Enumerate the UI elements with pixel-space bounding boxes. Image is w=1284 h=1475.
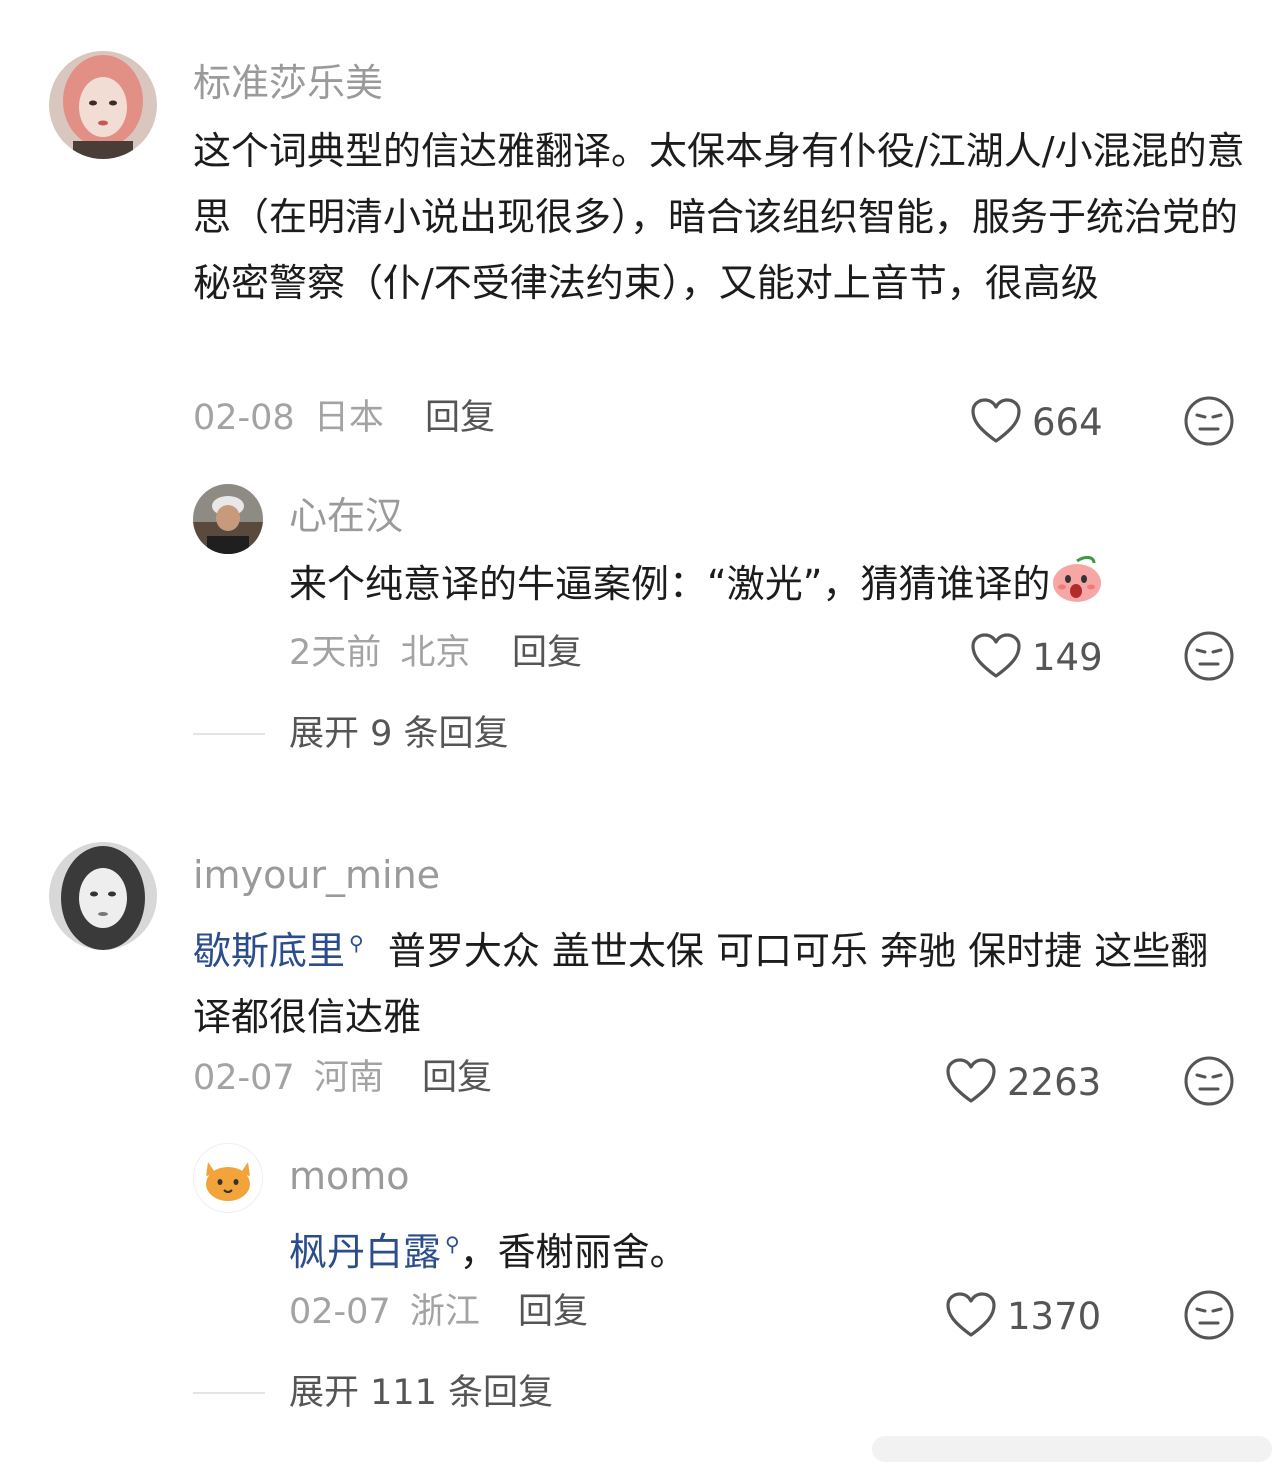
topic-tag-link[interactable]: 枫丹白露 ⚲ (289, 1230, 460, 1274)
heart-outline-icon (970, 398, 1022, 448)
like-button[interactable]: 149 (970, 633, 1103, 683)
dislike-button[interactable] (1183, 630, 1235, 686)
neutral-face-icon (1183, 1290, 1235, 1345)
reply-content: 来个纯意译的牛逼案例：“激光”，猜猜谁译的 (289, 551, 1244, 623)
comment-date: 02-07 (193, 1058, 295, 1098)
like-count: 149 (1032, 636, 1103, 679)
comment-meta: 02-08 日本 (193, 396, 384, 440)
reply-button[interactable]: 回复 (422, 1056, 492, 1100)
reply-content: 枫丹白露 ⚲，香榭丽舍。 (289, 1211, 1244, 1285)
reply-button[interactable]: 回复 (512, 631, 582, 675)
comment-username[interactable]: imyour_mine (193, 852, 440, 898)
comment-username[interactable]: 标准莎乐美 (193, 60, 383, 106)
dislike-button[interactable] (1183, 1289, 1235, 1345)
expand-replies-label: 展开 111 条回复 (289, 1373, 554, 1413)
expand-replies-label: 展开 9 条回复 (289, 714, 509, 754)
like-count: 2263 (1007, 1061, 1102, 1104)
like-button[interactable]: 1370 (945, 1292, 1101, 1342)
watermark-bar (872, 1436, 1272, 1462)
comment-meta: 02-07 河南 (193, 1056, 384, 1100)
reply-username[interactable]: momo (289, 1153, 410, 1199)
reply-username[interactable]: 心在汉 (289, 493, 403, 539)
neutral-face-icon (1183, 631, 1235, 686)
like-button[interactable]: 664 (970, 398, 1103, 448)
heart-outline-icon (945, 1058, 997, 1108)
cat-face-icon (194, 1144, 262, 1212)
comment-date: 02-08 (193, 398, 295, 438)
comment-location: 日本 (313, 398, 384, 438)
topic-tag-text: 枫丹白露 (289, 1230, 442, 1274)
reply-button[interactable]: 回复 (425, 396, 495, 440)
heart-outline-icon (945, 1292, 997, 1342)
reply-location: 浙江 (409, 1292, 480, 1332)
like-count: 664 (1032, 401, 1103, 444)
avatar[interactable] (49, 842, 157, 950)
comment-location: 河南 (313, 1058, 384, 1098)
neutral-face-icon (1183, 396, 1235, 451)
dislike-button[interactable] (1183, 395, 1235, 451)
avatar[interactable] (193, 1143, 263, 1213)
divider (193, 1392, 265, 1394)
reply-meta: 02-07 浙江 (289, 1290, 480, 1334)
avatar[interactable] (193, 484, 263, 554)
neutral-face-icon (1183, 1056, 1235, 1111)
comment-content: 歇斯底里 ⚲ 普罗大众 盖世太保 可口可乐 奔驰 保时捷 这些翻译都很信达雅 (193, 910, 1233, 1050)
reply-date: 02-07 (289, 1292, 391, 1332)
divider (193, 733, 265, 735)
search-small-icon: ⚲ (349, 931, 364, 955)
avatar[interactable] (49, 51, 157, 159)
reply-date: 2天前 (289, 633, 382, 673)
surprised-peach-emoji (1050, 553, 1104, 623)
reply-text: 来个纯意译的牛逼案例：“激光”，猜猜谁译的 (289, 562, 1051, 606)
reply-location: 北京 (400, 633, 471, 673)
expand-replies-button[interactable]: 展开 9 条回复 (193, 712, 509, 756)
like-count: 1370 (1007, 1295, 1102, 1338)
topic-tag-link[interactable]: 歇斯底里 ⚲ (193, 929, 364, 973)
dislike-button[interactable] (1183, 1055, 1235, 1111)
reply-meta: 2天前 北京 (289, 631, 470, 675)
reply-button[interactable]: 回复 (518, 1290, 588, 1334)
search-small-icon: ⚲ (445, 1232, 460, 1256)
heart-outline-icon (970, 633, 1022, 683)
reply-text: ，香榭丽舍。 (459, 1230, 688, 1274)
topic-tag-text: 歇斯底里 (193, 929, 346, 973)
comment-content: 这个词典型的信达雅翻译。太保本身有仆役/江湖人/小混混的意思（在明清小说出现很多… (193, 129, 1245, 305)
expand-replies-button[interactable]: 展开 111 条回复 (193, 1371, 553, 1415)
like-button[interactable]: 2263 (945, 1058, 1101, 1108)
